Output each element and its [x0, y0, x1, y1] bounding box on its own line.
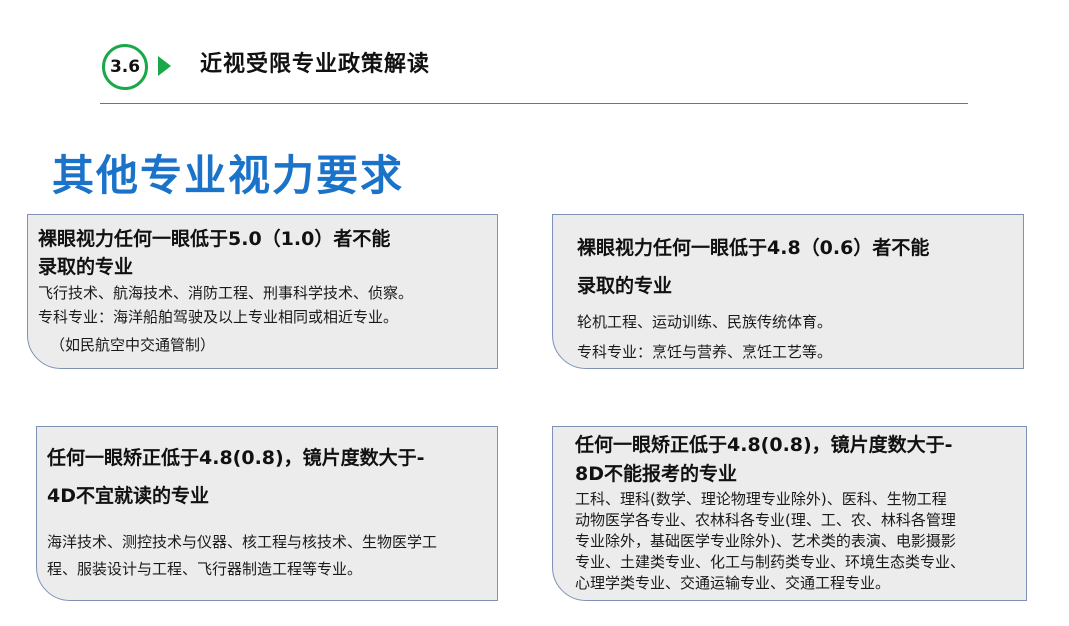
play-triangle-icon: [158, 56, 171, 76]
section-number-badge: 3.6: [102, 44, 148, 90]
card-body-note: （如民航空中交通管制）: [50, 336, 216, 354]
card-body-line: 程、服装设计与工程、飞行器制造工程等专业。: [47, 560, 363, 578]
card-body-line: 专业除外，基础医学专业除外)、艺术类的表演、电影摄影: [575, 532, 956, 550]
page-title: 其他专业视力要求: [52, 151, 405, 200]
card-heading: 裸眼视力任何一眼低于4.8（0.6）者不能 录取的专业: [577, 229, 999, 305]
card-body: 海洋技术、测控技术与仪器、核工程与核技术、生物医学工 程、服装设计与工程、飞行器…: [47, 529, 487, 583]
card-body-line: 专业、土建类专业、化工与制药类专业、环境生态类专业、: [575, 553, 966, 571]
card-heading-line: 任何一眼矫正低于4.8(0.8)，镜片度数大于-: [575, 434, 953, 456]
card-heading-line: 录取的专业: [38, 256, 134, 278]
card-heading: 任何一眼矫正低于4.8(0.8)，镜片度数大于- 4D不宜就读的专业: [47, 439, 487, 515]
card-body: 轮机工程、运动训练、民族传统体育。 专科专业：烹饪与营养、烹饪工艺等。: [577, 307, 999, 367]
section-title: 近视受限专业政策解读: [200, 52, 431, 77]
card-heading-line: 4D不宜就读的专业: [47, 485, 209, 507]
card-heading-line: 裸眼视力任何一眼低于5.0（1.0）者不能: [38, 228, 391, 250]
requirement-card-naked-5-0: 裸眼视力任何一眼低于5.0（1.0）者不能 录取的专业 飞行技术、航海技术、消防…: [27, 214, 498, 369]
card-body-line: 轮机工程、运动训练、民族传统体育。: [577, 313, 833, 331]
card-body: 工科、理科(数学、理论物理专业除外)、医科、生物工程 动物医学各专业、农林科各专…: [575, 489, 1004, 594]
card-body-line: 动物医学各专业、农林科各专业(理、工、农、林科各管理: [575, 511, 956, 529]
header-divider: [100, 103, 968, 104]
card-body-line: 工科、理科(数学、理论物理专业除外)、医科、生物工程: [575, 490, 947, 508]
card-body-line: 专科专业：烹饪与营养、烹饪工艺等。: [577, 343, 833, 361]
requirement-card-corrected-8d: 任何一眼矫正低于4.8(0.8)，镜片度数大于- 8D不能报考的专业 工科、理科…: [552, 426, 1027, 601]
card-heading: 任何一眼矫正低于4.8(0.8)，镜片度数大于- 8D不能报考的专业: [575, 431, 1004, 489]
card-body-line: 专科专业：海洋船舶驾驶及以上专业相同或相近专业。: [38, 308, 399, 326]
card-heading-line: 任何一眼矫正低于4.8(0.8)，镜片度数大于-: [47, 447, 425, 469]
card-heading-line: 8D不能报考的专业: [575, 463, 737, 485]
card-body-line: 心理学类专业、交通运输专业、交通工程专业。: [575, 574, 891, 592]
card-heading-line: 录取的专业: [577, 275, 673, 297]
card-body: 飞行技术、航海技术、消防工程、刑事科学技术、侦察。 专科专业：海洋船舶驾驶及以上…: [38, 281, 487, 357]
requirement-card-naked-4-8: 裸眼视力任何一眼低于4.8（0.6）者不能 录取的专业 轮机工程、运动训练、民族…: [552, 214, 1024, 369]
requirement-card-corrected-4d: 任何一眼矫正低于4.8(0.8)，镜片度数大于- 4D不宜就读的专业 海洋技术、…: [36, 426, 498, 601]
card-body-line: 飞行技术、航海技术、消防工程、刑事科学技术、侦察。: [38, 284, 414, 302]
card-heading: 裸眼视力任何一眼低于5.0（1.0）者不能 录取的专业: [38, 225, 487, 281]
card-heading-line: 裸眼视力任何一眼低于4.8（0.6）者不能: [577, 237, 930, 259]
card-body-line: 海洋技术、测控技术与仪器、核工程与核技术、生物医学工: [47, 533, 438, 551]
